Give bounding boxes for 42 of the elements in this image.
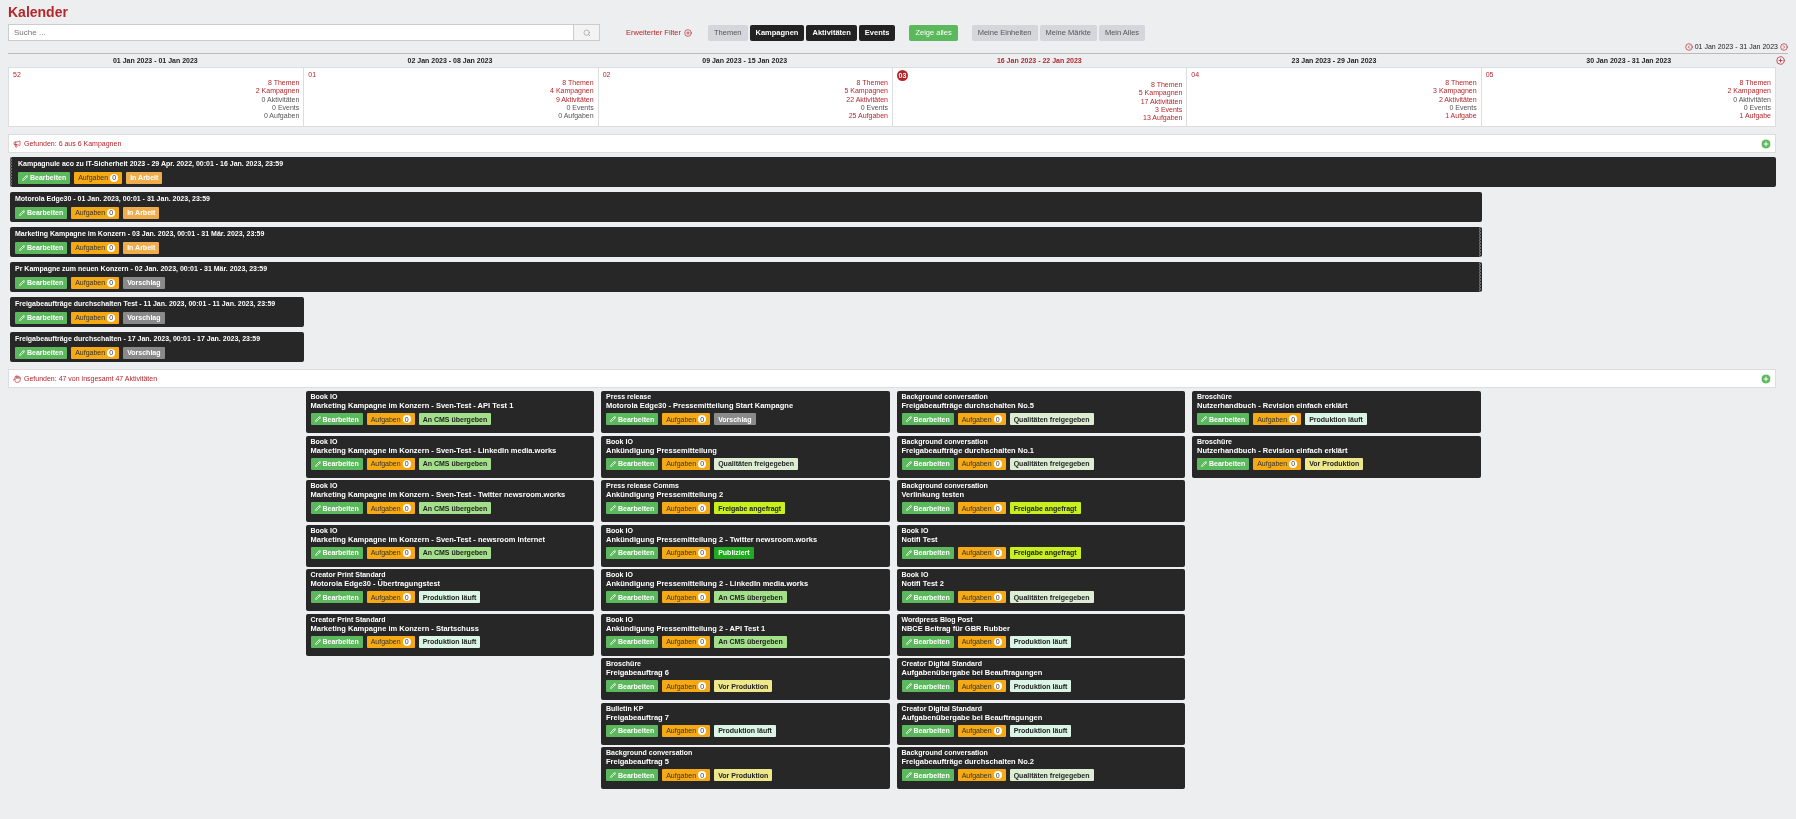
pencil-icon: [905, 727, 912, 734]
search-icon: [582, 28, 591, 37]
pencil-icon: [19, 279, 25, 286]
pencil-icon: [19, 209, 25, 216]
pencil-icon: [1201, 460, 1207, 467]
pencil-icon: [610, 683, 616, 689]
next-icon[interactable]: [1780, 42, 1788, 51]
page-title: Kalender: [8, 4, 68, 20]
pencil-icon: [314, 549, 321, 556]
pencil-icon: [905, 594, 912, 600]
pencil-icon: [314, 505, 321, 511]
add-icon[interactable]: [1776, 56, 1785, 65]
pencil-icon: [905, 549, 912, 556]
pencil-icon: [610, 638, 616, 645]
pencil-icon: [314, 416, 321, 422]
pencil-icon: [905, 505, 912, 511]
pencil-icon: [1201, 416, 1207, 422]
pencil-icon: [905, 460, 912, 467]
megaphone-icon: [13, 139, 21, 148]
pencil-icon: [314, 460, 321, 467]
pencil-icon: [19, 349, 25, 356]
pencil-icon: [19, 244, 25, 251]
pencil-icon: [905, 772, 912, 778]
pencil-icon: [610, 460, 616, 467]
pencil-icon: [22, 174, 28, 181]
plus-icon: [684, 28, 692, 37]
pencil-icon: [314, 594, 321, 600]
search-button[interactable]: [574, 24, 600, 41]
pencil-icon: [905, 683, 912, 689]
search-field[interactable]: Suche ...: [8, 24, 574, 41]
previous-icon[interactable]: [1684, 42, 1693, 51]
pencil-icon: [19, 314, 25, 321]
pencil-icon: [610, 772, 616, 778]
pencil-icon: [610, 505, 616, 511]
pencil-icon: [610, 549, 616, 556]
pencil-icon: [905, 638, 912, 645]
pencil-icon: [314, 638, 321, 645]
pencil-icon: [610, 727, 616, 734]
hand-icon: [13, 374, 21, 383]
pencil-icon: [905, 416, 912, 422]
pencil-icon: [610, 594, 616, 600]
pencil-icon: [610, 416, 616, 422]
